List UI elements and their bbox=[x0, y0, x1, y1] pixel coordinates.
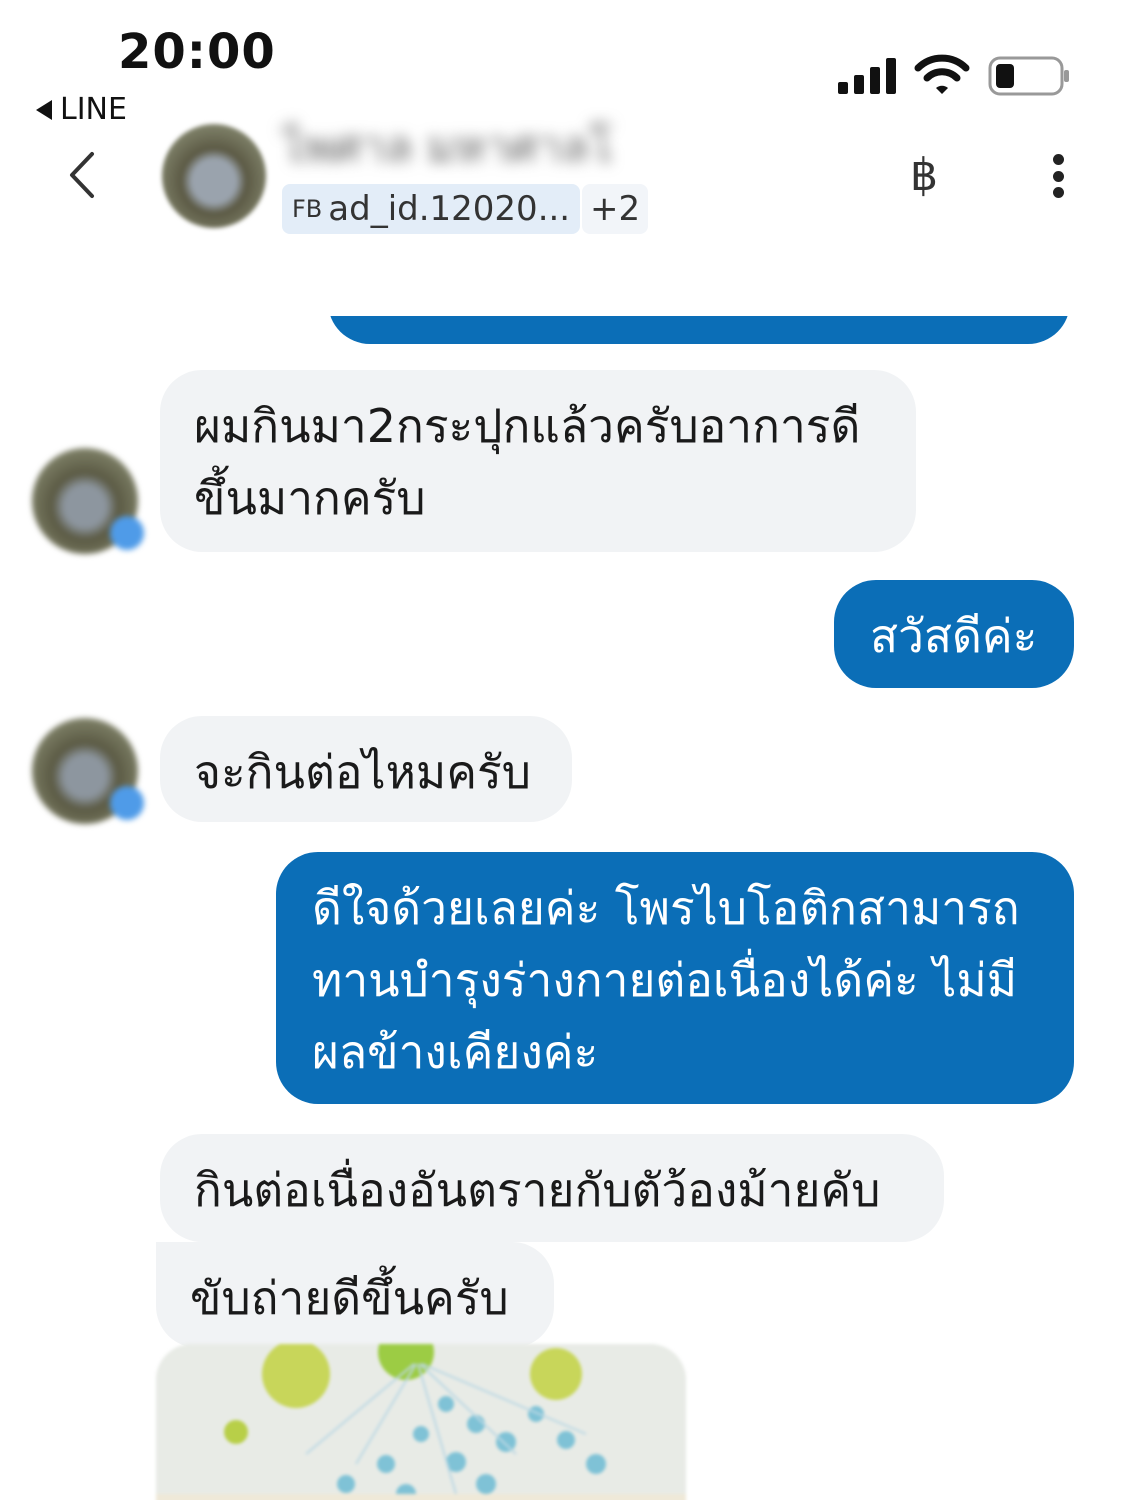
back-chevron-icon[interactable] bbox=[62, 150, 102, 200]
back-app-label: LINE bbox=[60, 92, 127, 127]
back-triangle-icon bbox=[36, 99, 52, 120]
tag-source: FB bbox=[292, 195, 323, 223]
message-text: ดีใจด้วยเลยค่ะ โพรไบโอติกสามารถทานบำรุงร… bbox=[312, 881, 1020, 1079]
tag-label: ad_id.12020... bbox=[328, 189, 571, 229]
incoming-message: จะกินต่อไหมครับ bbox=[160, 716, 572, 822]
sender-avatar[interactable] bbox=[32, 448, 144, 554]
baht-icon[interactable]: ฿ bbox=[910, 150, 938, 201]
more-vertical-icon[interactable] bbox=[1048, 154, 1068, 198]
wifi-icon bbox=[914, 54, 970, 94]
contact-tag[interactable]: FB ad_id.12020... bbox=[282, 184, 581, 234]
outgoing-message: ดีใจด้วยเลยค่ะ โพรไบโอติกสามารถทานบำรุงร… bbox=[276, 852, 1074, 1104]
incoming-photo[interactable] bbox=[156, 1344, 686, 1500]
incoming-message: ขับถ่ายดีขึ้นครับ bbox=[156, 1242, 554, 1348]
photo-content bbox=[156, 1344, 686, 1500]
battery-icon bbox=[988, 56, 1069, 96]
incoming-message: กินต่อเนื่องอันตรายกับตัว้องม้ายคับ bbox=[160, 1134, 944, 1242]
message-text: สวัสดีค่ะ bbox=[870, 609, 1038, 663]
back-to-app-link[interactable]: LINE bbox=[36, 92, 127, 127]
chat-screen: 20:00 LINE ไพศาล มหาศาลโชติ FB ad_id.120… bbox=[0, 0, 1147, 1500]
signal-icon bbox=[838, 58, 896, 94]
outgoing-message: สวัสดีค่ะ bbox=[834, 580, 1074, 688]
message-text: ผมกินมา2กระปุกแล้วครับอาการดีขึ้นมากครับ bbox=[194, 399, 861, 525]
incoming-message: ผมกินมา2กระปุกแล้วครับอาการดีขึ้นมากครับ bbox=[160, 370, 916, 552]
contact-avatar[interactable] bbox=[162, 124, 266, 228]
status-time: 20:00 bbox=[118, 24, 276, 80]
message-text: จะกินต่อไหมครับ bbox=[194, 745, 531, 799]
contact-name[interactable]: ไพศาล มหาศาลโชติ bbox=[282, 112, 612, 168]
message-text: กินต่อเนื่องอันตรายกับตัว้องม้ายคับ bbox=[194, 1163, 881, 1217]
more-tags-badge[interactable]: +2 bbox=[582, 184, 649, 234]
sender-avatar[interactable] bbox=[32, 718, 144, 824]
message-text: ขับถ่ายดีขึ้นครับ bbox=[190, 1271, 509, 1325]
